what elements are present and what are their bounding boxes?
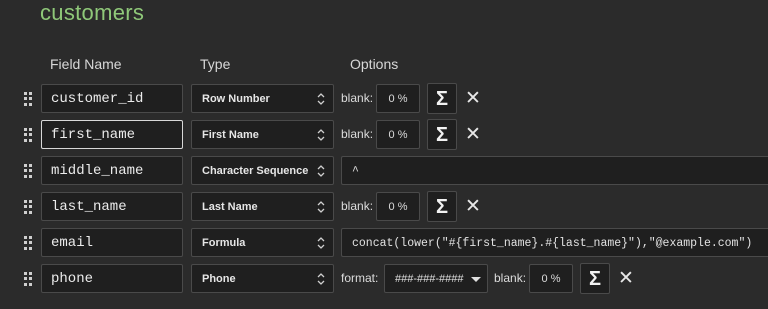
- updown-arrows-icon: [317, 236, 325, 250]
- field-name-input[interactable]: first_name: [41, 120, 183, 149]
- drag-handle-icon[interactable]: [24, 92, 32, 106]
- updown-arrows-icon: [317, 164, 325, 178]
- sigma-button[interactable]: Σ: [580, 263, 610, 294]
- type-select[interactable]: Formula: [191, 228, 334, 257]
- type-select-label: Row Number: [202, 93, 270, 105]
- field-name-input[interactable]: phone: [41, 264, 183, 293]
- type-select[interactable]: First Name: [191, 120, 334, 149]
- sigma-button[interactable]: Σ: [427, 119, 457, 150]
- updown-arrows-icon: [317, 128, 325, 142]
- updown-arrows-icon: [317, 92, 325, 106]
- field-name-input[interactable]: middle_name: [41, 156, 183, 185]
- field-row: customer_id Row Number blank: 0 % Σ ✕: [0, 83, 768, 115]
- blank-percent-input[interactable]: 0 %: [376, 120, 420, 149]
- blank-percent-input[interactable]: 0 %: [376, 192, 420, 221]
- sigma-button[interactable]: Σ: [427, 191, 457, 222]
- header-options: Options: [350, 56, 399, 72]
- type-select[interactable]: Phone: [191, 264, 334, 293]
- format-select-value: ###-###-####: [395, 273, 464, 285]
- caret-down-icon: [471, 277, 481, 282]
- format-label: format:: [341, 271, 379, 285]
- drag-handle-icon[interactable]: [24, 164, 32, 178]
- header-field-name: Field Name: [50, 56, 122, 72]
- drag-handle-icon[interactable]: [24, 200, 32, 214]
- remove-field-icon[interactable]: ✕: [465, 84, 481, 113]
- field-row: first_name First Name blank: 0 % Σ ✕: [0, 119, 768, 151]
- updown-arrows-icon: [317, 200, 325, 214]
- blank-percent-input[interactable]: 0 %: [529, 264, 573, 293]
- updown-arrows-icon: [317, 272, 325, 286]
- drag-handle-icon[interactable]: [24, 236, 32, 250]
- type-select[interactable]: Last Name: [191, 192, 334, 221]
- remove-field-icon[interactable]: ✕: [465, 120, 481, 149]
- header-type: Type: [200, 56, 231, 72]
- format-select[interactable]: ###-###-####: [384, 264, 488, 293]
- schema-title: customers: [40, 0, 145, 25]
- blank-label: blank:: [341, 199, 374, 213]
- type-select[interactable]: Row Number: [191, 84, 334, 113]
- remove-field-icon[interactable]: ✕: [618, 264, 634, 293]
- drag-handle-icon[interactable]: [24, 272, 32, 286]
- blank-label: blank:: [341, 127, 374, 141]
- field-name-input[interactable]: email: [41, 228, 183, 257]
- remove-field-icon[interactable]: ✕: [465, 192, 481, 221]
- type-select-label: Formula: [202, 237, 246, 249]
- field-row: email Formula concat(lower("#{first_name…: [0, 228, 768, 259]
- formula-input[interactable]: concat(lower("#{first_name}.#{last_name}…: [341, 228, 768, 257]
- type-select-label: Last Name: [202, 201, 258, 213]
- field-row: last_name Last Name blank: 0 % Σ ✕: [0, 191, 768, 223]
- type-select-label: Character Sequence: [202, 165, 309, 177]
- type-select-label: Phone: [202, 273, 236, 285]
- drag-handle-icon[interactable]: [24, 128, 32, 142]
- sigma-button[interactable]: Σ: [427, 83, 457, 114]
- field-name-input[interactable]: customer_id: [41, 84, 183, 113]
- type-select-label: First Name: [202, 129, 259, 141]
- field-row: middle_name Character Sequence ^: [0, 156, 768, 187]
- blank-label: blank:: [494, 271, 527, 285]
- field-row: phone Phone format: ###-###-#### blank: …: [0, 263, 768, 295]
- blank-label: blank:: [341, 91, 374, 105]
- type-select[interactable]: Character Sequence: [191, 156, 334, 185]
- blank-percent-input[interactable]: 0 %: [376, 84, 420, 113]
- field-name-input[interactable]: last_name: [41, 192, 183, 221]
- pattern-input[interactable]: ^: [341, 156, 768, 185]
